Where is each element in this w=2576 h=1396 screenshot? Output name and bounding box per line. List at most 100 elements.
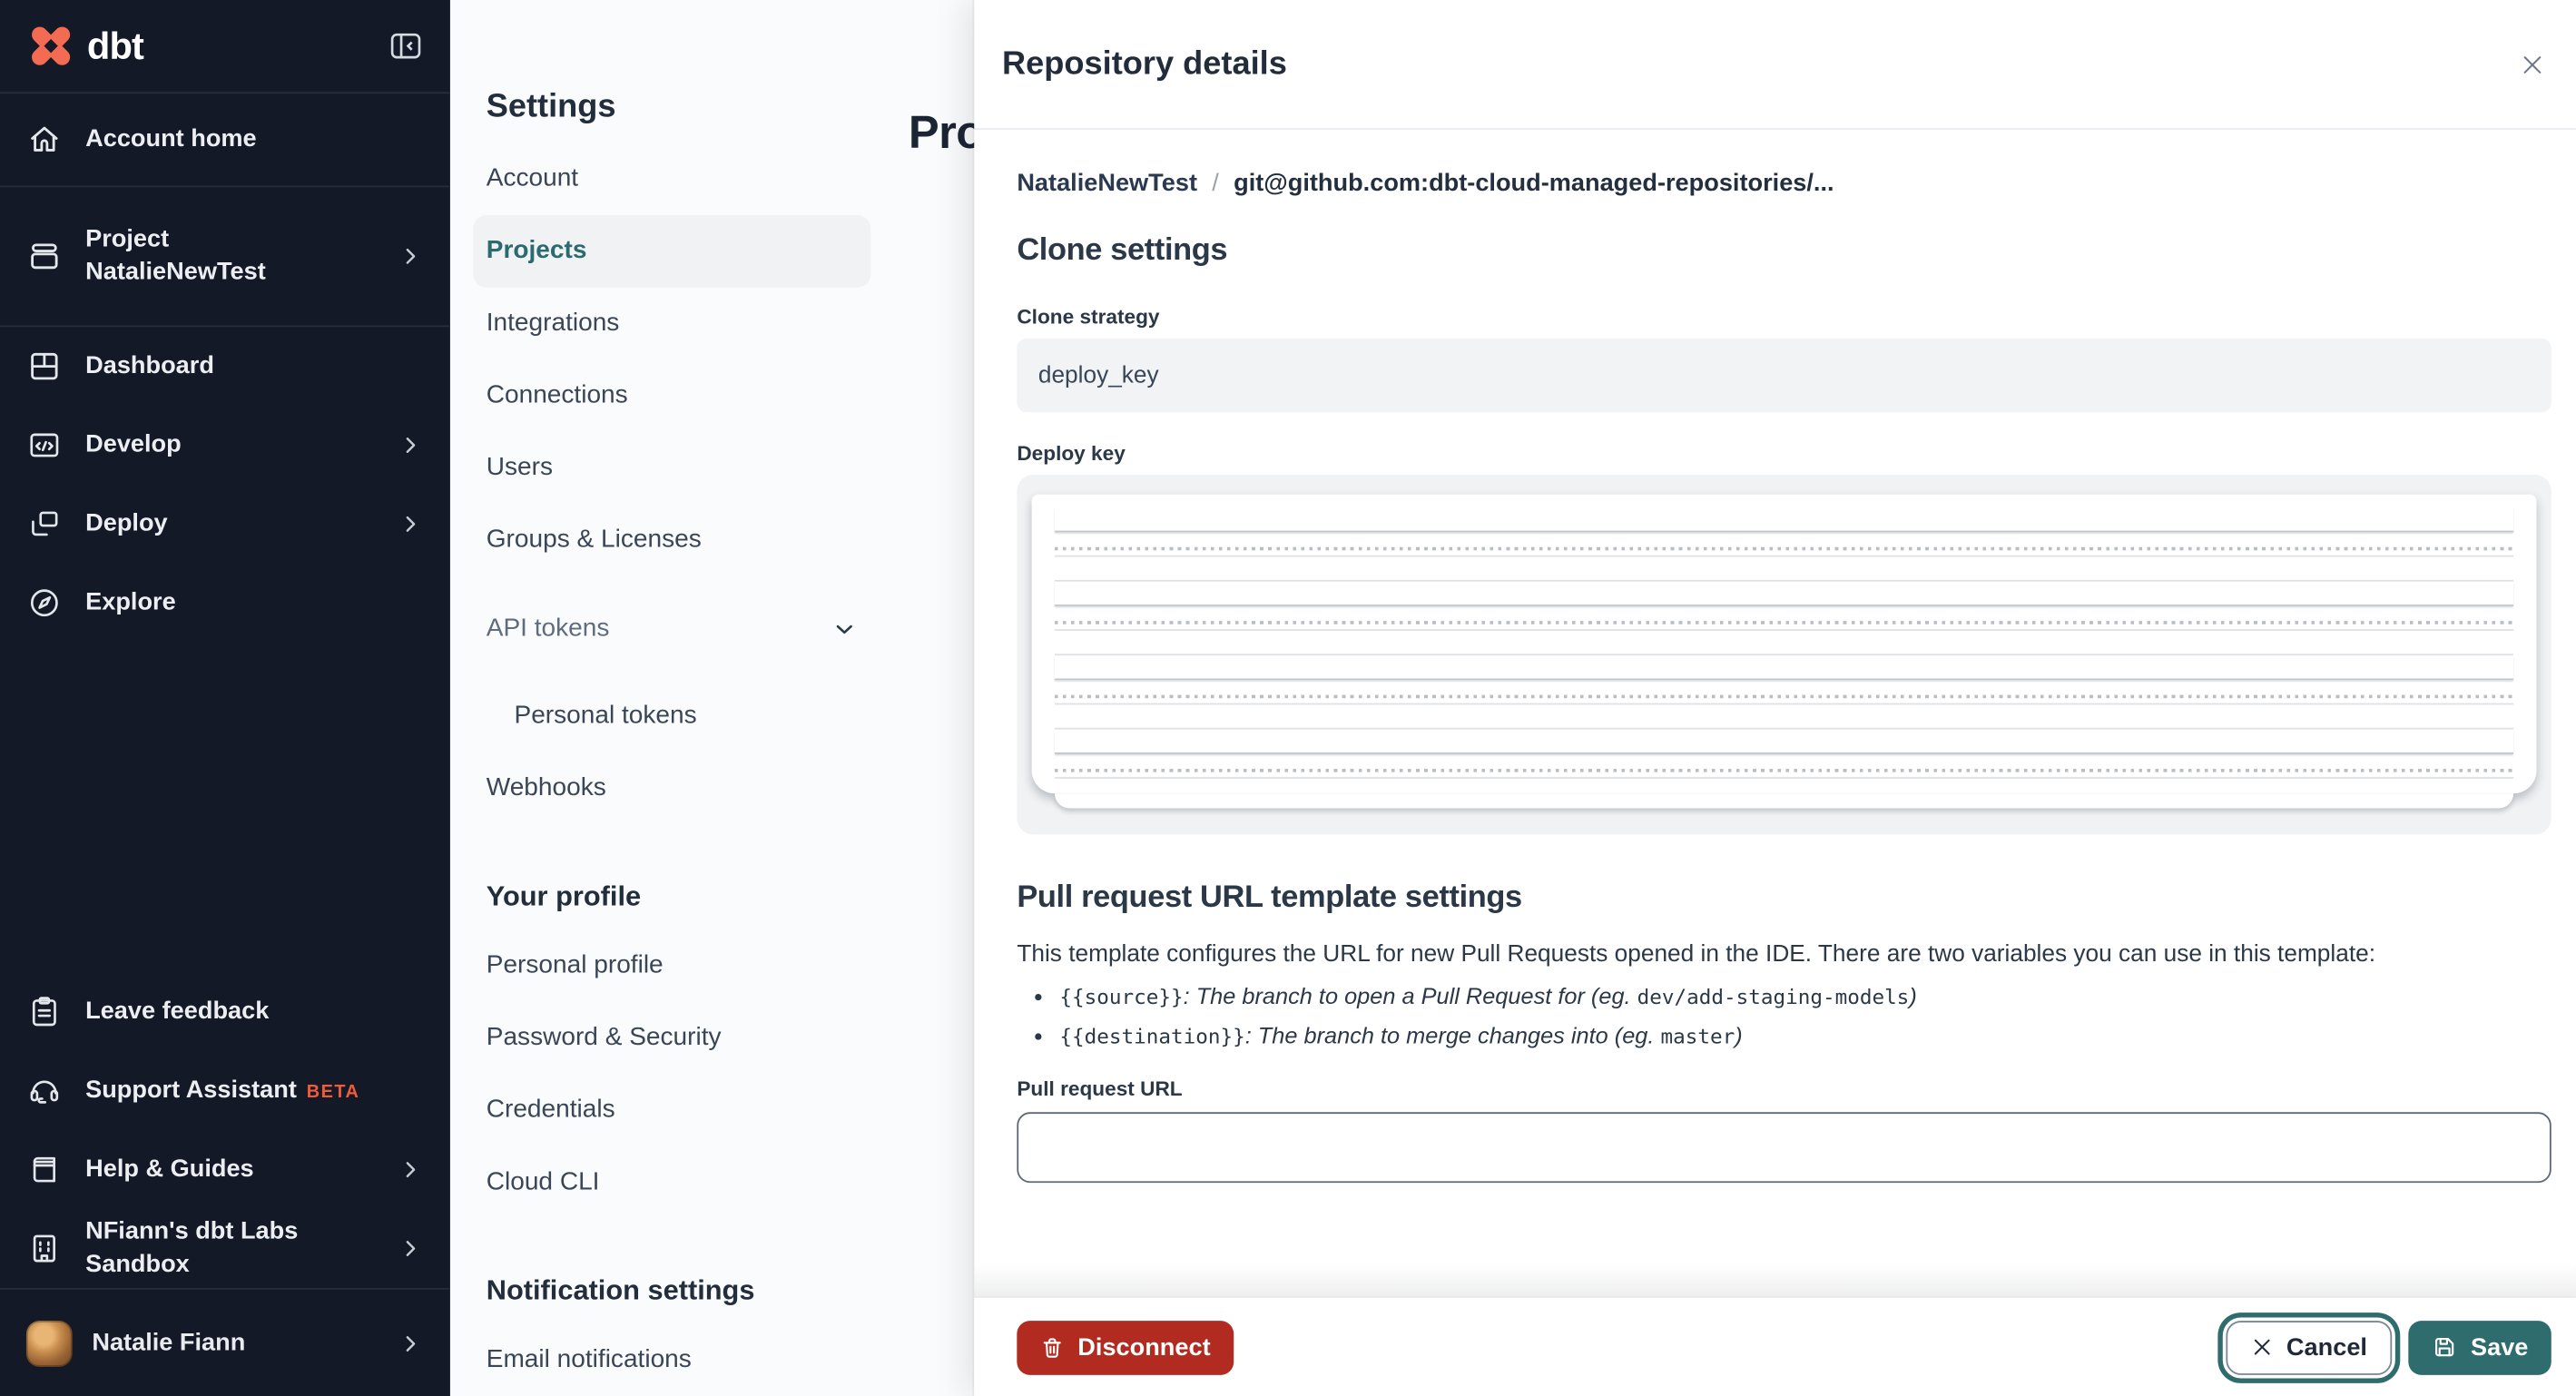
settings-nav-email-notifications[interactable]: Email notifications <box>473 1324 870 1396</box>
sidebar-collapse-icon[interactable] <box>388 28 424 64</box>
destination-variable-close: ) <box>1735 1021 1743 1048</box>
sidebar-bottom: Leave feedback Support Assistant BETA He… <box>0 972 450 1396</box>
cancel-button-label: Cancel <box>2286 1332 2367 1362</box>
dbt-logo-icon <box>26 22 75 71</box>
sidebar-item-label: Dashboard <box>85 351 214 380</box>
breadcrumb: NatalieNewTest / git@github.com:dbt-clou… <box>1017 169 2551 197</box>
pr-variable-source: {{source}}: The branch to open a Pull Re… <box>1059 981 2551 1012</box>
sidebar-item-label: Leave feedback <box>85 997 270 1026</box>
settings-nav-webhooks[interactable]: Webhooks <box>473 752 870 825</box>
pr-template-variables: {{source}}: The branch to open a Pull Re… <box>1017 981 2551 1052</box>
sidebar-item-develop[interactable]: Develop <box>0 406 450 485</box>
sidebar-item-label: Explore <box>85 587 176 616</box>
settings-nav-connections[interactable]: Connections <box>473 359 870 432</box>
drawer-header: Repository details <box>974 0 2576 130</box>
redacted-line <box>1054 507 2514 533</box>
cancel-button[interactable]: Cancel <box>2225 1320 2393 1374</box>
project-label-top: Project <box>85 224 170 253</box>
sidebar-item-deploy[interactable]: Deploy <box>0 485 450 564</box>
redacted-line <box>1054 582 2514 606</box>
settings-nav-groups-licenses[interactable]: Groups & Licenses <box>473 505 870 577</box>
settings-nav-password-security[interactable]: Password & Security <box>473 1002 870 1075</box>
sidebar-item-project[interactable]: Project NatalieNewTest <box>0 187 450 328</box>
source-variable-desc: : The branch to open a Pull Request for … <box>1183 982 1637 1009</box>
support-assistant-label: Support Assistant <box>85 1075 297 1104</box>
chevron-right-icon <box>398 432 424 458</box>
breadcrumb-project: NatalieNewTest <box>1017 169 1197 198</box>
footer-actions: Cancel Save <box>2225 1320 2551 1374</box>
clone-settings-heading: Clone settings <box>1017 233 1228 269</box>
redacted-line <box>1054 730 2514 754</box>
profile-section-title: Your profile <box>486 880 642 912</box>
sidebar-item-account-home[interactable]: Account home <box>0 93 450 188</box>
settings-nav-projects[interactable]: Projects <box>473 215 871 288</box>
redacted-line <box>1054 557 2514 582</box>
redacted-line <box>1054 704 2514 730</box>
sidebar-item-support-assistant[interactable]: Support Assistant BETA <box>0 1051 450 1130</box>
sidebar-item-label: NFiann's dbt Labs Sandbox <box>85 1217 299 1279</box>
clone-strategy-field: deploy_key <box>1017 338 2551 413</box>
api-tokens-label: API tokens <box>486 614 610 643</box>
settings-nav-integrations[interactable]: Integrations <box>473 288 870 360</box>
redacted-line <box>1054 605 2514 632</box>
sidebar-item-sandbox-account[interactable]: NFiann's dbt Labs Sandbox <box>0 1209 450 1288</box>
dbt-logo-text: dbt <box>86 24 144 67</box>
deploy-key-redacted-value[interactable] <box>1017 475 2551 835</box>
settings-nav-title: Settings <box>486 88 616 125</box>
drawer-title: Repository details <box>1002 44 1287 82</box>
app-root: dbt Account home Project NatalieNewTest … <box>0 0 2576 1396</box>
disconnect-button[interactable]: Disconnect <box>1017 1320 1234 1374</box>
chevron-right-icon <box>398 1235 424 1262</box>
project-icon <box>26 238 63 274</box>
pr-template-heading: Pull request URL template settings <box>1017 880 1522 916</box>
sidebar-item-label: Help & Guides <box>85 1155 254 1184</box>
sidebar-item-label: Support Assistant BETA <box>85 1074 424 1108</box>
settings-nav-personal-tokens[interactable]: Personal tokens <box>473 680 870 752</box>
user-name: Natalie Fiann <box>92 1329 246 1357</box>
breadcrumb-separator: / <box>1212 169 1219 198</box>
sidebar-item-explore[interactable]: Explore <box>0 564 450 643</box>
sidebar-item-leave-feedback[interactable]: Leave feedback <box>0 972 450 1051</box>
sidebar-item-label: Project NatalieNewTest <box>85 223 375 289</box>
settings-nav-account[interactable]: Account <box>473 143 870 215</box>
chevron-right-icon <box>398 511 424 537</box>
clipboard-icon <box>26 994 63 1030</box>
sidebar-item-label: Deploy <box>85 509 168 537</box>
notification-section-title: Notification settings <box>486 1274 755 1306</box>
breadcrumb-repository: git@github.com:dbt-cloud-managed-reposit… <box>1234 169 1834 198</box>
save-floppy-icon <box>2432 1334 2458 1361</box>
settings-nav: Settings Account Projects Integrations C… <box>473 0 871 1396</box>
home-icon <box>26 122 63 158</box>
sidebar-user-menu[interactable]: Natalie Fiann <box>0 1287 450 1396</box>
deploy-icon <box>26 506 63 542</box>
settings-nav-personal-profile[interactable]: Personal profile <box>473 929 870 1002</box>
settings-nav-credentials[interactable]: Credentials <box>473 1075 870 1147</box>
beta-badge: BETA <box>306 1081 360 1102</box>
source-variable-close: ) <box>1909 982 1917 1009</box>
explore-icon <box>26 585 63 621</box>
sidebar-item-help-guides[interactable]: Help & Guides <box>0 1130 450 1209</box>
save-button[interactable]: Save <box>2408 1320 2551 1374</box>
destination-variable-example: master <box>1660 1023 1735 1048</box>
sidebar-item-dashboard[interactable]: Dashboard <box>0 327 450 406</box>
save-button-label: Save <box>2471 1332 2529 1362</box>
close-icon[interactable] <box>2512 44 2552 84</box>
deploy-key-label: Deploy key <box>1017 441 1126 466</box>
chevron-right-icon <box>398 1330 424 1356</box>
repository-details-drawer: Repository details NatalieNewTest / git@… <box>974 0 2576 1396</box>
book-icon <box>26 1152 63 1188</box>
chevron-right-icon <box>398 1156 424 1183</box>
settings-nav-cloud-cli[interactable]: Cloud CLI <box>473 1146 870 1219</box>
source-variable-code: {{source}} <box>1059 984 1184 1009</box>
destination-variable-desc: : The branch to merge changes into (eg. <box>1244 1021 1661 1048</box>
drawer-body: NatalieNewTest / git@github.com:dbt-clou… <box>974 169 2576 1184</box>
settings-nav-users[interactable]: Users <box>473 432 870 505</box>
settings-nav-api-tokens[interactable]: API tokens <box>473 593 870 665</box>
redacted-line <box>1054 532 2514 557</box>
dbt-logo[interactable]: dbt <box>26 22 144 71</box>
sidebar-item-label: Develop <box>85 430 182 458</box>
pr-url-input[interactable] <box>1017 1112 2551 1184</box>
chevron-right-icon <box>398 243 424 270</box>
clone-strategy-label: Clone strategy <box>1017 305 1160 329</box>
sidebar: dbt Account home Project NatalieNewTest … <box>0 0 450 1396</box>
